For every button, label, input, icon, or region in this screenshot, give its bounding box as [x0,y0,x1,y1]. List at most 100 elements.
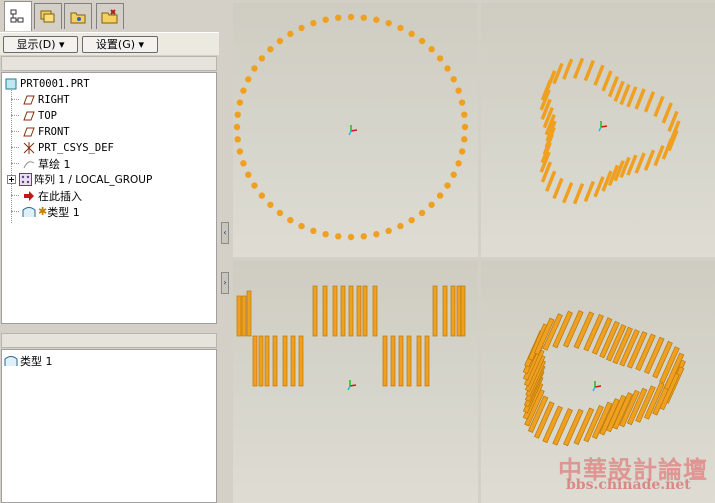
tree-item-sketch[interactable]: 草绘 1 [22,156,71,171]
model-tree-icon [10,9,24,22]
tree-item-right[interactable]: RIGHT [22,92,70,107]
forum-watermark: 中華設計論壇 bbs.chinade.net [556,450,707,496]
pin [312,285,318,337]
tree-item-part[interactable]: PRT0001.PRT [4,76,90,91]
pin [643,91,656,113]
pin [572,183,585,205]
viewport-side[interactable] [233,261,478,503]
pin [572,57,585,79]
pin [442,285,448,337]
point [335,14,342,21]
favorites-icon [101,8,118,23]
detail-panel: 类型 1 [1,349,217,503]
tree-item-label: RIGHT [38,93,70,106]
display-dropdown-label: 显示(D) [16,38,56,51]
tree-item-label: PRT0001.PRT [20,77,90,90]
pattern-icon [18,173,32,187]
model-tree: PRT0001.PRT RIGHT TOP FRONT PRT_CSYS_DEF [1,72,217,324]
model-tree-toolbar: 显示(D) ▾ 设置(G) ▾ [0,32,220,55]
tab-favorites[interactable] [96,3,124,29]
csys-x-axis-icon [600,125,608,128]
point [236,99,244,106]
point [408,216,415,224]
pin [583,59,595,82]
tree-item-label: FRONT [38,125,70,138]
point [287,216,294,224]
pin [653,145,665,167]
settings-dropdown[interactable]: 设置(G) ▾ [82,36,158,53]
pin [252,335,258,387]
tree-item-label: 阵列 1 / LOCAL_GROUP [34,174,153,186]
csys-z-axis-icon [347,385,351,391]
viewport-top-right[interactable] [481,3,715,257]
point [240,87,247,94]
tree-item-front[interactable]: FRONT [22,124,70,139]
tree-header-strip [1,56,217,71]
point [310,227,317,235]
pin [552,177,564,200]
viewport-front[interactable] [233,3,478,257]
datum-plane-icon [22,125,36,139]
settings-dropdown-label: 设置(G) [95,38,136,51]
point [240,160,247,167]
point [335,233,342,240]
tree-item-label: 草绘 1 [38,157,71,171]
point [251,182,258,189]
pin [416,335,422,387]
pin [290,335,296,387]
pin [382,335,388,387]
display-dropdown[interactable]: 显示(D) ▾ [3,36,78,53]
point [455,160,462,167]
csys-x-axis-icon [350,129,358,132]
expand-icon[interactable] [6,173,16,187]
tree-item-label: PRT_CSYS_DEF [38,141,114,154]
pin [406,335,412,387]
pin [236,295,242,337]
pin [562,182,574,204]
point [436,55,444,62]
point [385,227,392,235]
tree-item-csys[interactable]: PRT_CSYS_DEF [22,140,114,155]
point [267,46,274,53]
pin [643,149,656,171]
pin [593,64,605,86]
pin [246,290,252,337]
point [373,231,380,238]
point [298,24,305,32]
point [428,201,435,208]
pin [634,88,646,110]
tree-item-insert-here[interactable]: 在此插入 [22,188,82,203]
point [444,65,451,72]
pin [298,335,304,387]
tab-folder-browser[interactable] [64,3,92,29]
pin [460,285,466,337]
folder-icon [70,12,86,23]
pin [340,285,346,337]
point [276,37,284,45]
pin [241,295,247,337]
point [298,222,305,230]
pin [545,170,557,192]
expand-arrow-icon[interactable]: › [221,272,229,294]
tree-item-type[interactable]: ✱ 类型 1 [22,204,80,219]
pin [593,176,605,198]
quilt-icon [22,205,36,219]
tab-layers[interactable] [34,3,62,29]
tree-item-top[interactable]: TOP [22,108,57,123]
point [385,19,392,27]
tree-item-pattern[interactable]: 阵列 1 / LOCAL_GROUP [6,172,152,187]
pin [601,70,613,92]
point [458,99,466,106]
point [428,46,435,53]
collapse-arrow-icon[interactable]: ‹ [221,222,229,244]
detail-item-type[interactable]: 类型 1 [4,353,53,368]
csys-z-axis-icon [348,130,352,136]
pin [322,285,328,337]
panel-splitter[interactable]: ‹ › [219,0,232,503]
point [397,222,404,230]
pin [390,335,396,387]
point [360,14,367,21]
datum-plane-icon [22,93,36,107]
tab-model-tree[interactable] [4,1,32,31]
csys-icon [22,141,36,155]
